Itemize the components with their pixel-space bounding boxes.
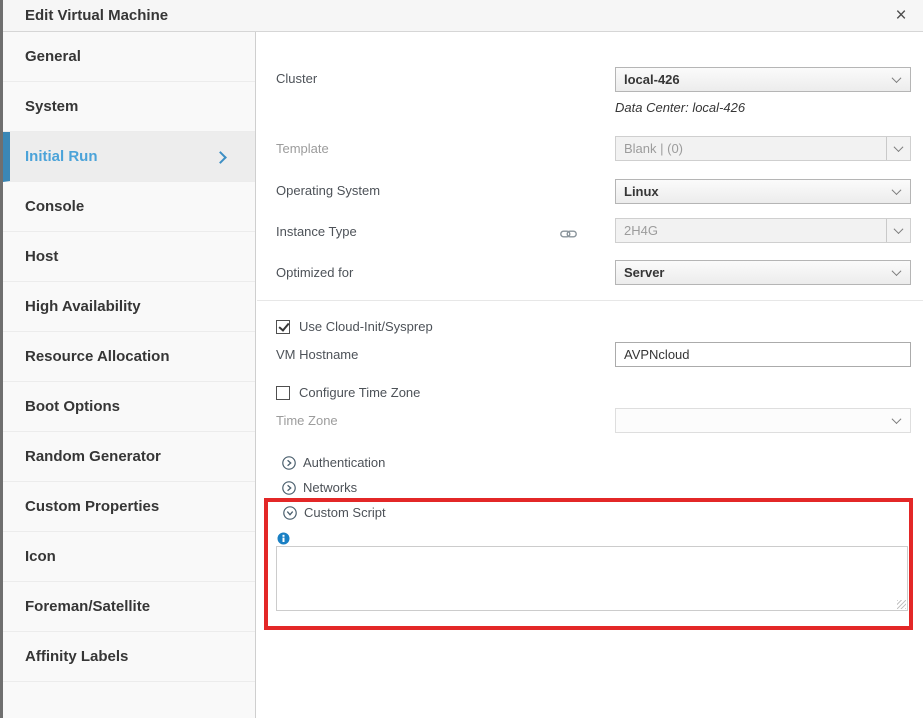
operating-system-label: Operating System (276, 183, 380, 198)
sidebar-item-custom-properties[interactable]: Custom Properties (3, 482, 255, 532)
template-select[interactable]: Blank | (0) (615, 136, 911, 161)
dialog-title: Edit Virtual Machine (3, 7, 168, 24)
dropdown-button[interactable] (886, 137, 910, 160)
sidebar-item-general[interactable]: General (3, 32, 255, 82)
chevron-down-circle-icon (283, 506, 297, 520)
instance-type-label: Instance Type (276, 224, 357, 239)
chevron-down-icon (892, 73, 902, 83)
operating-system-select[interactable]: Linux (615, 179, 911, 204)
data-center-note: Data Center: local-426 (615, 100, 745, 115)
sidebar-item-label: Boot Options (25, 398, 120, 415)
chevron-down-icon (892, 414, 902, 424)
sidebar-item-label: Random Generator (25, 448, 161, 465)
vm-hostname-input[interactable] (615, 342, 911, 367)
template-value: Blank | (0) (616, 141, 886, 156)
sidebar-item-label: Icon (25, 548, 56, 565)
custom-script-expander[interactable]: Custom Script (283, 505, 386, 520)
sidebar-item-label: Host (25, 248, 58, 265)
cluster-value: local-426 (616, 72, 893, 87)
sidebar-item-label: System (25, 98, 78, 115)
close-icon[interactable]: × (889, 4, 913, 28)
time-zone-select[interactable] (615, 408, 911, 433)
vm-hostname-label: VM Hostname (276, 347, 358, 362)
custom-script-textarea[interactable] (276, 546, 908, 611)
use-cloud-init-label: Use Cloud-Init/Sysprep (299, 319, 433, 334)
resize-grip-icon[interactable] (897, 600, 906, 609)
cluster-select[interactable]: local-426 (615, 67, 911, 92)
checkbox-unchecked-icon (276, 386, 290, 400)
optimized-for-select[interactable]: Server (615, 260, 911, 285)
sidebar-item-random-generator[interactable]: Random Generator (3, 432, 255, 482)
sidebar-item-console[interactable]: Console (3, 182, 255, 232)
chevron-down-icon (894, 224, 904, 234)
dialog-header: Edit Virtual Machine × (3, 0, 923, 32)
sidebar-item-affinity-labels[interactable]: Affinity Labels (3, 632, 255, 682)
authentication-expander[interactable]: Authentication (282, 455, 385, 470)
sidebar-item-system[interactable]: System (3, 82, 255, 132)
template-label: Template (276, 141, 329, 156)
sidebar-item-label: General (25, 48, 81, 65)
sidebar: General System Initial Run Console Host … (3, 32, 256, 718)
sidebar-item-high-availability[interactable]: High Availability (3, 282, 255, 332)
cluster-label: Cluster (276, 71, 317, 86)
sidebar-item-label: High Availability (25, 298, 141, 315)
chevron-right-icon (214, 151, 227, 164)
form-panel: Cluster local-426 Data Center: local-426… (257, 32, 923, 718)
instance-type-value: 2H4G (616, 223, 886, 238)
networks-expander[interactable]: Networks (282, 480, 357, 495)
time-zone-label: Time Zone (276, 413, 338, 428)
configure-time-zone-label: Configure Time Zone (299, 385, 420, 400)
sidebar-item-label: Console (25, 198, 84, 215)
optimized-for-label: Optimized for (276, 265, 353, 280)
sidebar-item-foreman-satellite[interactable]: Foreman/Satellite (3, 582, 255, 632)
checkbox-checked-icon (276, 320, 290, 334)
custom-script-label: Custom Script (304, 505, 386, 520)
chevron-right-circle-icon (282, 456, 296, 470)
sidebar-item-initial-run[interactable]: Initial Run (3, 132, 255, 182)
sidebar-item-label: Affinity Labels (25, 648, 128, 665)
chevron-down-icon (892, 185, 902, 195)
section-divider (257, 300, 923, 301)
dropdown-button[interactable] (886, 219, 910, 242)
sidebar-item-resource-allocation[interactable]: Resource Allocation (3, 332, 255, 382)
sidebar-item-label: Resource Allocation (25, 348, 169, 365)
use-cloud-init-checkbox[interactable]: Use Cloud-Init/Sysprep (276, 319, 433, 334)
sidebar-item-label: Initial Run (25, 148, 98, 165)
chevron-down-icon (892, 266, 902, 276)
chevron-down-icon (894, 142, 904, 152)
networks-label: Networks (303, 480, 357, 495)
sidebar-item-boot-options[interactable]: Boot Options (3, 382, 255, 432)
chevron-right-circle-icon (282, 481, 296, 495)
sidebar-item-host[interactable]: Host (3, 232, 255, 282)
optimized-for-value: Server (616, 265, 893, 280)
operating-system-value: Linux (616, 184, 893, 199)
link-chain-icon (560, 226, 577, 244)
authentication-label: Authentication (303, 455, 385, 470)
configure-time-zone-checkbox[interactable]: Configure Time Zone (276, 385, 420, 400)
sidebar-item-label: Foreman/Satellite (25, 598, 150, 615)
instance-type-select[interactable]: 2H4G (615, 218, 911, 243)
sidebar-item-icon[interactable]: Icon (3, 532, 255, 582)
sidebar-item-label: Custom Properties (25, 498, 159, 515)
